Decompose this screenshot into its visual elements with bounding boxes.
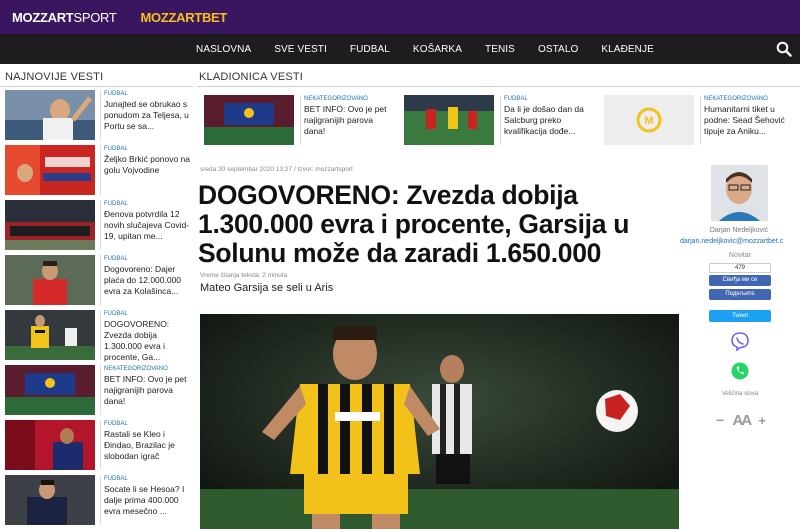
news-title[interactable]: Humanitarni tiket u podne: Sead Šehović … <box>704 104 796 137</box>
news-thumbnail[interactable] <box>5 145 95 195</box>
author-email[interactable]: darjan.nedeljkovic@mozzartbet.c <box>680 238 783 245</box>
news-tag[interactable]: NEKATEGORIZOVANO <box>704 96 768 102</box>
nav-item-naslovna[interactable]: NASLOVNA <box>196 44 251 55</box>
news-tag[interactable]: FUDBAL <box>104 91 128 97</box>
divider <box>500 95 501 145</box>
news-tag[interactable]: FUDBAL <box>104 421 128 427</box>
article-hero-image <box>200 314 679 529</box>
font-size-icon: AA <box>732 411 752 429</box>
list-item[interactable]: FUDBAL DOGOVORENO: Zvezda dobija 1.300.0… <box>5 310 195 365</box>
mozzartbet-logo[interactable]: MOZZARTBET <box>141 10 228 25</box>
news-title[interactable]: Socate li se Hesoa? I dalje prima 400.00… <box>104 484 196 517</box>
latest-news-title: NAJNOVIJE VESTI <box>5 71 104 83</box>
nav-item-kosarka[interactable]: KOŠARKA <box>413 44 462 55</box>
author-avatar[interactable] <box>711 165 768 221</box>
divider <box>100 200 101 250</box>
news-title[interactable]: BET INFO: Ovo je pet najigranijih parova… <box>304 104 396 137</box>
nav-item-sve-vesti[interactable]: SVE VESTI <box>274 44 327 55</box>
betting-news-title: KLADIONICA VESTI <box>199 71 304 83</box>
divider <box>700 95 701 145</box>
betting-news-row: NEKATEGORIZOVANO BET INFO: Ovo je pet na… <box>200 95 800 145</box>
news-tag[interactable]: FUDBAL <box>104 476 128 482</box>
list-item[interactable]: NEKATEGORIZOVANO BET INFO: Ovo je pet na… <box>5 365 195 420</box>
reading-time: Vreme čitanja teksta: 2 minuta <box>200 272 288 279</box>
divider <box>100 90 101 140</box>
news-tag[interactable]: FUDBAL <box>104 201 128 207</box>
news-thumbnail[interactable] <box>5 310 95 360</box>
divider <box>197 86 800 87</box>
tweet-button[interactable]: Tweet <box>709 310 771 322</box>
news-title[interactable]: DOGOVORENO: Zvezda dobija 1.300.000 evra… <box>104 319 196 363</box>
article-headline: DOGOVORENO: Zvezda dobija 1.300.000 evra… <box>198 180 630 268</box>
news-tag[interactable]: FUDBAL <box>104 146 128 152</box>
article-meta: sreda 30 septembar 2020 13:27 / Izvor: m… <box>200 166 353 173</box>
news-tag[interactable]: NEKATEGORIZOVANO <box>104 366 168 372</box>
divider <box>100 255 101 305</box>
news-title[interactable]: Da li je došao dan da Salcburg preko kva… <box>504 104 596 137</box>
divider <box>100 365 101 415</box>
news-tag[interactable]: FUDBAL <box>104 311 128 317</box>
nav-item-fudbal[interactable]: FUDBAL <box>350 44 390 55</box>
author-role: Novitar <box>728 252 752 259</box>
main-nav: NASLOVNA SVE VESTI FUDBAL KOŠARKA TENIS … <box>0 34 800 64</box>
list-item[interactable]: FUDBAL Đenova potvrdila 12 novih slučaje… <box>5 200 195 255</box>
divider <box>100 420 101 470</box>
news-tag[interactable]: FUDBAL <box>104 256 128 262</box>
divider <box>100 475 101 525</box>
divider <box>100 145 101 195</box>
svg-text:M: M <box>644 115 653 127</box>
font-decrease-button[interactable]: − <box>716 412 724 428</box>
news-thumbnail[interactable] <box>5 255 95 305</box>
list-item[interactable]: FUDBAL Junajted se obrukao s ponudom za … <box>5 90 195 145</box>
whatsapp-icon[interactable] <box>730 361 750 381</box>
author-name[interactable]: Darjan Nedeljković <box>678 227 800 234</box>
mozzartsport-logo[interactable]: MOZZARTSPORT <box>12 10 117 25</box>
news-thumbnail[interactable] <box>5 90 95 140</box>
font-increase-button[interactable]: + <box>758 413 766 428</box>
nav-item-kladjenje[interactable]: KLAĐENJE <box>601 44 654 55</box>
nav-item-tenis[interactable]: TENIS <box>485 44 515 55</box>
brand-sport-a: MOZZART <box>12 9 74 25</box>
nav-item-ostalo[interactable]: OSTALO <box>538 44 578 55</box>
brand-sport-b: SPORT <box>73 9 117 25</box>
news-title[interactable]: Rastali se Kleo i Đindao, Brazilac je sl… <box>104 429 196 462</box>
font-size-controls: − AA + <box>716 411 766 429</box>
top-bar: MOZZARTSPORT MOZZARTBET <box>0 0 800 34</box>
list-item[interactable]: FUDBAL Dogovoreno: Dajer plaća do 12.000… <box>5 255 195 310</box>
news-tag[interactable]: FUDBAL <box>504 96 528 102</box>
brand-bet: MOZZARTBET <box>140 9 228 25</box>
list-item[interactable]: FUDBAL Rastali se Kleo i Đindao, Brazila… <box>5 420 195 475</box>
font-size-label: Veličina slova <box>721 391 759 397</box>
facebook-like-button[interactable]: Свиђа ми се <box>709 275 771 286</box>
facebook-share-button[interactable]: Подељите <box>709 289 771 300</box>
nav-items: NASLOVNA SVE VESTI FUDBAL KOŠARKA TENIS … <box>196 34 677 64</box>
divider <box>0 86 193 87</box>
news-title[interactable]: Junajted se obrukao s ponudom za Teljesa… <box>104 99 196 132</box>
latest-news-list: FUDBAL Junajted se obrukao s ponudom za … <box>5 90 195 530</box>
viber-icon[interactable] <box>730 331 750 351</box>
news-thumbnail[interactable] <box>204 95 294 145</box>
news-thumbnail[interactable] <box>5 420 95 470</box>
news-thumbnail[interactable] <box>5 365 95 415</box>
divider <box>100 310 101 360</box>
news-thumbnail[interactable]: M <box>604 95 694 145</box>
search-icon[interactable] <box>776 41 792 57</box>
news-title[interactable]: Željko Brkić ponovo na golu Vojvodine <box>104 154 196 176</box>
news-title[interactable]: BET INFO: Ovo je pet najigranijih parova… <box>104 374 196 407</box>
like-count: 479 <box>709 263 771 273</box>
news-title[interactable]: Dogovoreno: Dajer plaća do 12.000.000 ev… <box>104 264 196 297</box>
article-lead: Mateo Garsija se seli u Aris <box>200 282 334 294</box>
news-thumbnail[interactable] <box>5 200 95 250</box>
news-thumbnail[interactable] <box>404 95 494 145</box>
news-title[interactable]: Đenova potvrdila 12 novih slučajeva Covi… <box>104 209 196 242</box>
news-thumbnail[interactable] <box>5 475 95 525</box>
divider <box>300 95 301 145</box>
news-tag[interactable]: NEKATEGORIZOVANO <box>304 96 368 102</box>
list-item[interactable]: FUDBAL Socate li se Hesoa? I dalje prima… <box>5 475 195 530</box>
list-item[interactable]: FUDBAL Željko Brkić ponovo na golu Vojvo… <box>5 145 195 200</box>
